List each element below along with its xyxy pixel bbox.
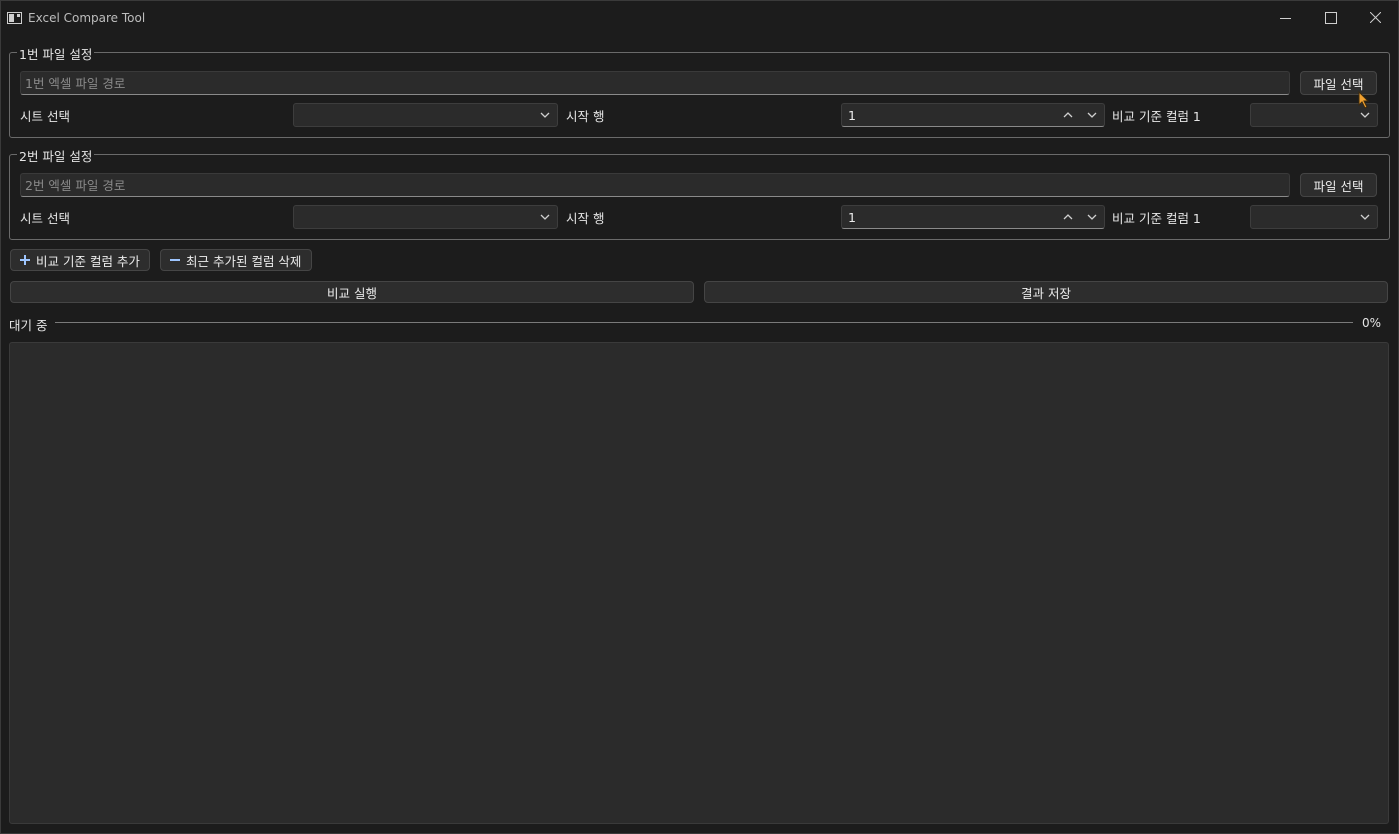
- file2-path-input[interactable]: [20, 173, 1290, 197]
- save-result-button[interactable]: 결과 저장: [704, 281, 1388, 303]
- file1-start-row-value[interactable]: 1: [848, 108, 856, 123]
- file2-sheet-label: 시트 선택: [20, 211, 70, 226]
- file2-start-row-value[interactable]: 1: [848, 210, 856, 225]
- file2-start-row-spinbox[interactable]: 1: [841, 205, 1105, 229]
- file2-key-column-select[interactable]: [1250, 205, 1378, 229]
- file1-group-title: 1번 파일 설정: [17, 44, 95, 63]
- file1-sheet-label: 시트 선택: [20, 109, 70, 124]
- chevron-down-icon: [1360, 112, 1370, 118]
- remove-last-column-button[interactable]: 최근 추가된 컬럼 삭제: [160, 249, 312, 271]
- chevron-down-icon[interactable]: [1086, 109, 1098, 121]
- run-compare-button[interactable]: 비교 실행: [10, 281, 694, 303]
- file2-sheet-select[interactable]: [293, 205, 558, 229]
- chevron-up-icon[interactable]: [1062, 211, 1074, 223]
- file1-settings-group: 1번 파일 설정 파일 선택 시트 선택 시작 행 1 비교 기준 컬럼 1: [9, 44, 1390, 138]
- file1-sheet-select[interactable]: [293, 103, 558, 127]
- progress-percent: 0%: [1362, 316, 1382, 330]
- file2-key-column-label: 비교 기준 컬럼 1: [1112, 211, 1201, 226]
- file2-group-title: 2번 파일 설정: [17, 146, 95, 165]
- chevron-down-icon[interactable]: [1086, 211, 1098, 223]
- plus-icon: [20, 255, 30, 265]
- file1-start-row-spinbox[interactable]: 1: [841, 103, 1105, 127]
- file1-key-column-label: 비교 기준 컬럼 1: [1112, 109, 1201, 124]
- add-key-column-button[interactable]: 비교 기준 컬럼 추가: [10, 249, 150, 271]
- close-icon: [1370, 12, 1381, 23]
- minimize-button[interactable]: [1263, 1, 1309, 35]
- file1-start-row-label: 시작 행: [566, 109, 605, 124]
- file2-start-row-label: 시작 행: [566, 211, 605, 226]
- progress-bar: [55, 322, 1353, 323]
- title-bar[interactable]: Excel Compare Tool: [1, 1, 1398, 35]
- result-output[interactable]: [9, 342, 1389, 824]
- file2-select-button[interactable]: 파일 선택: [1300, 173, 1377, 197]
- minus-icon: [170, 259, 180, 261]
- chevron-down-icon: [1360, 214, 1370, 220]
- status-label: 대기 중: [9, 318, 48, 333]
- close-button[interactable]: [1353, 1, 1399, 35]
- file1-path-input[interactable]: [20, 71, 1290, 95]
- add-key-column-label: 비교 기준 컬럼 추가: [36, 253, 140, 269]
- file2-settings-group: 2번 파일 설정 파일 선택 시트 선택 시작 행 1 비교 기준 컬럼 1: [9, 146, 1390, 240]
- maximize-button[interactable]: [1308, 1, 1354, 35]
- window-title: Excel Compare Tool: [28, 11, 146, 25]
- mouse-cursor-icon: [1358, 91, 1370, 109]
- chevron-up-icon[interactable]: [1062, 109, 1074, 121]
- app-icon: [7, 12, 22, 24]
- chevron-down-icon: [540, 214, 550, 220]
- chevron-down-icon: [540, 112, 550, 118]
- remove-last-column-label: 최근 추가된 컬럼 삭제: [186, 253, 302, 269]
- main-window: Excel Compare Tool 1번 파일 설정 파일 선택 시트 선택 …: [0, 0, 1399, 834]
